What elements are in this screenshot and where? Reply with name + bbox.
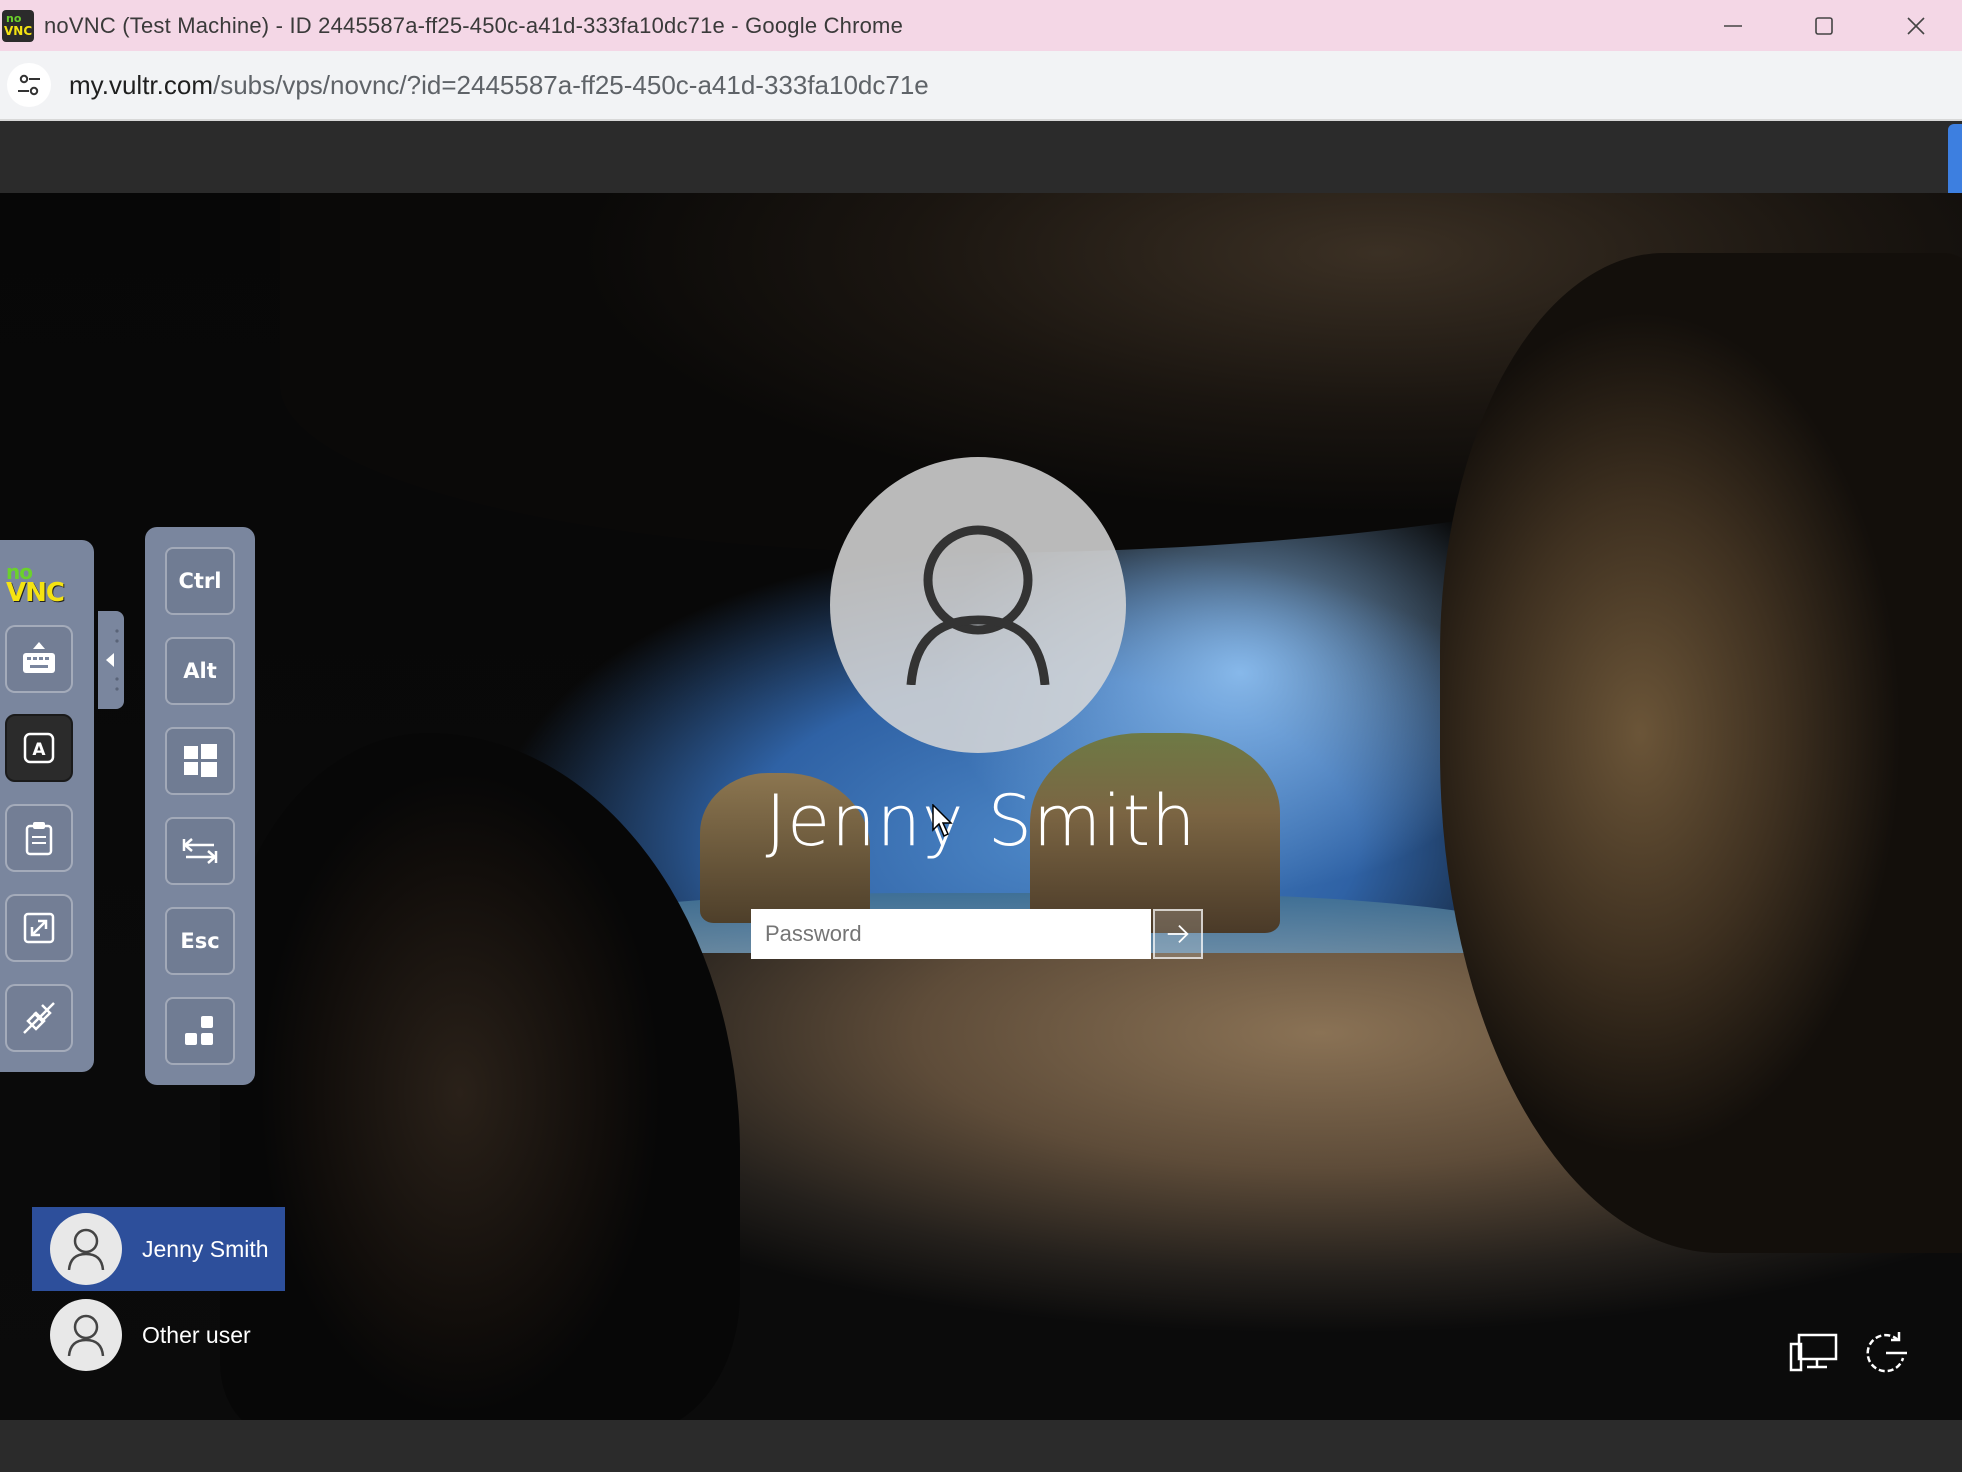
- extra-keys-panel: Ctrl Alt Esc: [145, 527, 255, 1085]
- minimize-icon: [1724, 24, 1742, 27]
- window-title: noVNC (Test Machine) - ID 2445587a-ff25-…: [44, 12, 904, 38]
- minimize-button[interactable]: [1688, 0, 1778, 51]
- password-row: [751, 909, 1205, 963]
- user-list-item-other-user[interactable]: Other user: [32, 1293, 285, 1377]
- novnc-favicon-icon: no VNC: [2, 9, 34, 42]
- ctrl-alt-del-button[interactable]: [165, 997, 235, 1065]
- alt-key-button[interactable]: Alt: [165, 637, 235, 705]
- tab-key-button[interactable]: [165, 817, 235, 885]
- arrow-right-icon: [1167, 924, 1189, 944]
- ease-of-access-icon: [1866, 1332, 1907, 1373]
- esc-key-button[interactable]: Esc: [165, 907, 235, 975]
- maximize-icon: [1815, 16, 1833, 35]
- tab-icon: [182, 838, 218, 864]
- user-avatar-small: [50, 1213, 122, 1285]
- clipboard-icon: [25, 822, 53, 856]
- user-icon: [67, 1314, 105, 1356]
- disconnect-button[interactable]: [5, 984, 73, 1052]
- user-avatar-small: [50, 1299, 122, 1371]
- ctrl-alt-del-icon: [185, 1016, 213, 1045]
- extra-keys-button[interactable]: A: [5, 714, 73, 782]
- ease-of-access-button[interactable]: [1858, 1325, 1914, 1381]
- password-submit-button[interactable]: [1153, 909, 1203, 959]
- ctrl-key-button[interactable]: Ctrl: [165, 547, 235, 615]
- disconnect-icon: [23, 1002, 55, 1034]
- logo-text-bottom: VNC: [6, 578, 65, 608]
- clipboard-button[interactable]: [5, 804, 73, 872]
- keyboard-icon: [23, 642, 55, 673]
- collapse-arrow-icon: [106, 629, 119, 691]
- novnc-control-bar: no VNC A: [0, 540, 94, 1072]
- url-field[interactable]: my.vultr.com/subs/vps/novnc/?id=2445587a…: [69, 70, 929, 101]
- windows-icon: [184, 744, 217, 777]
- url-host: my.vultr.com: [69, 69, 213, 100]
- network-button[interactable]: [1786, 1325, 1842, 1381]
- control-bar-handle[interactable]: [98, 611, 124, 709]
- keyboard-button[interactable]: [5, 625, 73, 693]
- fullscreen-icon: [23, 912, 55, 944]
- user-list-item-jenny-smith[interactable]: Jenny Smith: [32, 1207, 285, 1291]
- site-info-button[interactable]: [7, 63, 51, 107]
- address-bar: my.vultr.com/subs/vps/novnc/?id=2445587a…: [0, 51, 1962, 121]
- favicon-text-bottom: VNC: [4, 23, 33, 38]
- fullscreen-button[interactable]: [5, 894, 73, 962]
- password-input[interactable]: [751, 909, 1151, 959]
- url-path: /subs/vps/novnc/?id=2445587a-ff25-450c-a…: [212, 69, 929, 100]
- tune-icon: [18, 74, 40, 96]
- close-icon: [1907, 16, 1925, 35]
- window-titlebar: no VNC noVNC (Test Machine) - ID 2445587…: [0, 0, 1962, 51]
- user-avatar-large: [830, 457, 1126, 753]
- extra-keys-icon: A: [23, 732, 55, 764]
- maximize-button[interactable]: [1779, 0, 1869, 51]
- novnc-status-strip: [0, 121, 1962, 193]
- novnc-logo: no VNC: [4, 560, 80, 610]
- user-list-label: Other user: [142, 1321, 251, 1348]
- mouse-cursor-icon: [932, 804, 953, 838]
- user-silhouette-icon: [906, 525, 1050, 685]
- login-user-name: Jenny Smith: [765, 780, 1197, 862]
- windows-key-button[interactable]: [165, 727, 235, 795]
- user-icon: [67, 1228, 105, 1270]
- novnc-bottom-strip: [0, 1420, 1962, 1472]
- svg-text:A: A: [32, 740, 46, 760]
- close-button[interactable]: [1871, 0, 1961, 51]
- user-list-label: Jenny Smith: [142, 1235, 269, 1262]
- network-icon: [1789, 1333, 1838, 1372]
